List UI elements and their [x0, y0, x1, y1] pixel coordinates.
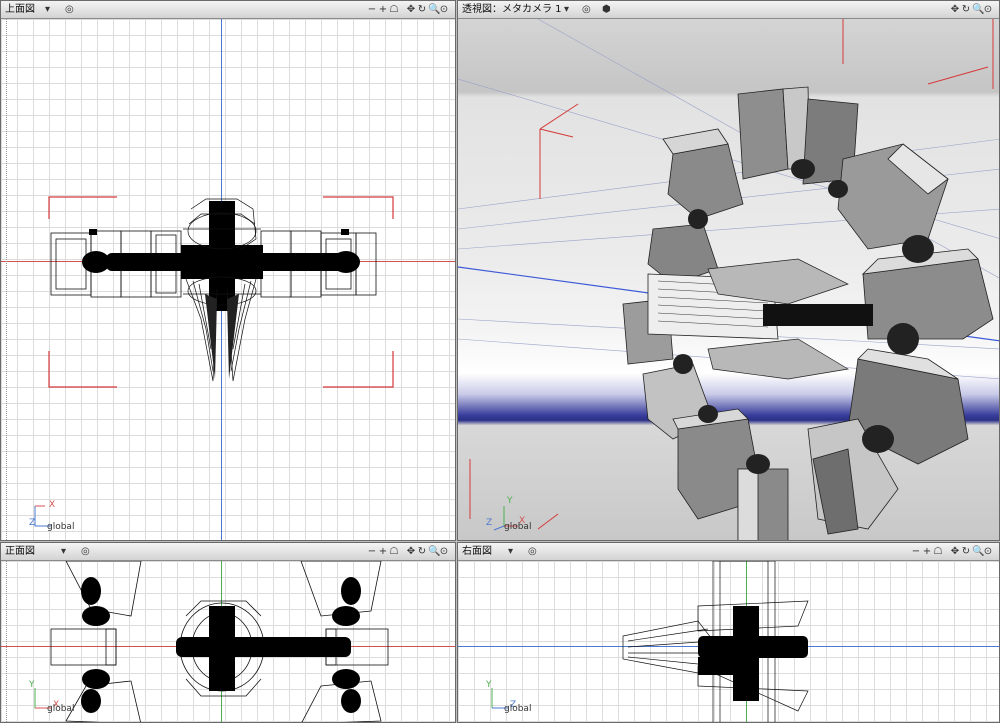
view-target-icon[interactable]: ◎	[528, 543, 537, 560]
zoom-icon[interactable]: 🔍	[972, 1, 984, 18]
zoom-in-button[interactable]: +	[922, 543, 933, 560]
front-view-header: 正面図 ▾ ◎ − +☖ ✥ ↻🔍⊙	[1, 543, 455, 561]
top-view-pane[interactable]: 上面図 ▾ ◎ − +☖ ✥ ↻🔍⊙ X Z global	[0, 0, 456, 541]
top-view-header: 上面図 ▾ ◎ − +☖ ✥ ↻🔍⊙	[1, 1, 455, 19]
fit-icon[interactable]: ⊙	[983, 1, 994, 18]
top-view-model	[48, 196, 394, 388]
perspective-view-pane[interactable]: 透視図：メタカメラ 1 ▾ ◎ ⬢ ✥ ↻🔍⊙ Y Z X global	[457, 0, 1000, 541]
front-view-ruler	[1, 561, 7, 722]
view-dropdown-icon[interactable]: ▾	[45, 1, 50, 18]
fit-icon[interactable]: ⊙	[439, 543, 450, 560]
zoom-out-button[interactable]: −	[911, 543, 922, 560]
coordinate-space-label[interactable]: global	[47, 522, 74, 532]
view-dropdown-icon[interactable]: ▾	[564, 1, 569, 18]
move-icon[interactable]: ✥	[406, 1, 417, 18]
view-dropdown-icon[interactable]: ▾	[508, 543, 513, 560]
perspective-axis-gizmo: Y Z X global	[484, 496, 544, 532]
move-icon[interactable]: ✥	[406, 543, 417, 560]
axis-label-y: Y	[507, 496, 513, 506]
zoom-icon[interactable]: 🔍	[428, 543, 440, 560]
right-view-pane[interactable]: 右面図 ▾ ◎ − +☖ ✥ ↻🔍⊙ Y Z global	[457, 542, 1000, 723]
top-view-axis-gizmo: X Z global	[27, 500, 87, 532]
top-view-viewport[interactable]: X Z global	[1, 19, 455, 540]
right-view-axis-gizmo: Y Z global	[484, 680, 544, 714]
front-view-axis-gizmo: Y X global	[27, 680, 87, 714]
perspective-view-tools: ✥ ↻🔍⊙	[950, 1, 994, 18]
coordinate-space-label[interactable]: global	[504, 522, 531, 532]
move-icon[interactable]: ✥	[950, 543, 961, 560]
rotate-icon[interactable]: ↻	[417, 1, 428, 18]
zoom-icon[interactable]: 🔍	[428, 1, 440, 18]
cube-icon[interactable]: ⬢	[602, 1, 611, 18]
right-view-tools: − +☖ ✥ ↻🔍⊙	[911, 543, 994, 560]
front-view-tools: − +☖ ✥ ↻🔍⊙	[367, 543, 450, 560]
axis-label-y: Y	[486, 680, 492, 690]
top-view-ruler	[1, 19, 7, 540]
move-icon[interactable]: ✥	[950, 1, 961, 18]
zoom-in-button[interactable]: +	[378, 543, 389, 560]
rotate-icon[interactable]: ↻	[961, 1, 972, 18]
view-target-icon[interactable]: ◎	[582, 1, 591, 18]
perspective-view-title[interactable]: 透視図：メタカメラ 1	[462, 1, 562, 18]
top-view-title[interactable]: 上面図	[5, 1, 35, 18]
right-view-title[interactable]: 右面図	[462, 543, 492, 560]
camera-icon[interactable]: ☖	[389, 543, 400, 560]
camera-icon[interactable]: ☖	[389, 1, 400, 18]
zoom-in-button[interactable]: +	[378, 1, 389, 18]
rotate-icon[interactable]: ↻	[417, 543, 428, 560]
top-view-tools: − +☖ ✥ ↻🔍⊙	[367, 1, 450, 18]
axis-label-z: Z	[486, 518, 493, 528]
camera-icon[interactable]: ☖	[933, 543, 944, 560]
rotate-icon[interactable]: ↻	[961, 543, 972, 560]
right-view-viewport[interactable]: Y Z global	[458, 561, 999, 722]
fit-icon[interactable]: ⊙	[983, 543, 994, 560]
zoom-out-button[interactable]: −	[367, 1, 378, 18]
axis-label-y: Y	[29, 680, 35, 690]
zoom-icon[interactable]: 🔍	[972, 543, 984, 560]
perspective-view-header: 透視図：メタカメラ 1 ▾ ◎ ⬢ ✥ ↻🔍⊙	[458, 1, 999, 19]
perspective-model	[458, 19, 999, 540]
fit-icon[interactable]: ⊙	[439, 1, 450, 18]
zoom-out-button[interactable]: −	[367, 543, 378, 560]
front-view-viewport[interactable]: Y X global	[1, 561, 455, 722]
view-dropdown-icon[interactable]: ▾	[61, 543, 66, 560]
coordinate-space-label[interactable]: global	[504, 704, 531, 714]
front-view-title[interactable]: 正面図	[5, 543, 35, 560]
coordinate-space-label[interactable]: global	[47, 704, 74, 714]
axis-label-x: X	[49, 500, 56, 510]
perspective-viewport[interactable]: Y Z X global	[458, 19, 999, 540]
front-view-pane[interactable]: 正面図 ▾ ◎ − +☖ ✥ ↻🔍⊙ Y X global	[0, 542, 456, 723]
view-target-icon[interactable]: ◎	[65, 1, 74, 18]
right-view-header: 右面図 ▾ ◎ − +☖ ✥ ↻🔍⊙	[458, 543, 999, 561]
axis-label-z: Z	[29, 518, 36, 528]
view-target-icon[interactable]: ◎	[81, 543, 90, 560]
